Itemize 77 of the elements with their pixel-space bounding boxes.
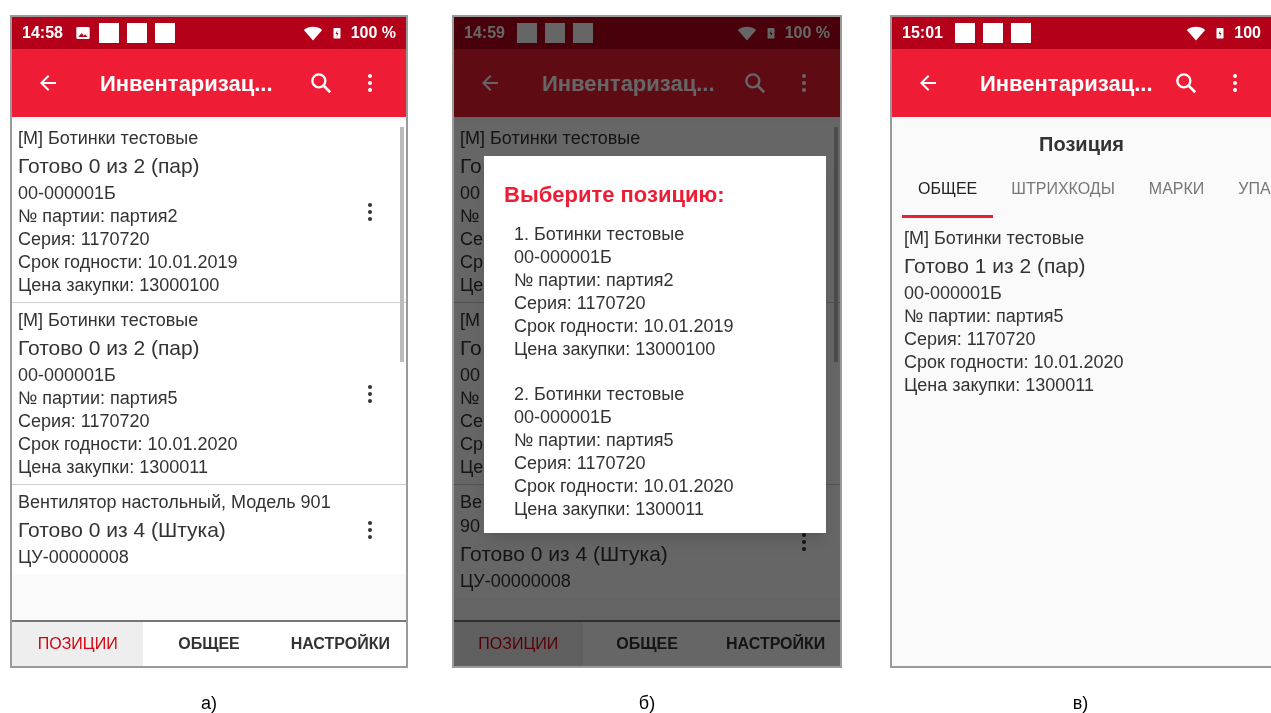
item-name: [М] Ботинки тестовые	[460, 127, 641, 150]
search-icon[interactable]	[308, 70, 334, 96]
option-text[interactable]: Цена закупки: 1300011	[514, 498, 816, 521]
item-detail: 00	[460, 182, 481, 205]
item-detail: ЦУ-00000008	[18, 546, 129, 569]
battery-percent: 100	[1234, 23, 1261, 43]
search-icon[interactable]	[742, 70, 768, 96]
item-name: 90	[460, 515, 481, 538]
nav-tab[interactable]: ПОЗИЦИИ	[12, 622, 144, 666]
item-name: Ве	[460, 491, 483, 514]
option-text[interactable]: Цена закупки: 13000100	[514, 338, 816, 361]
item-detail: 00-000001Б	[18, 364, 116, 387]
progress-text: Готово 0 из 2 (пар)	[18, 153, 200, 179]
item-name: [М	[460, 309, 480, 332]
option-text[interactable]: 00-000001Б	[514, 406, 816, 429]
section-heading: Позиция	[1038, 132, 1125, 157]
item-detail: Срок годности: 10.01.2020	[904, 351, 1124, 374]
item-detail: №	[460, 205, 480, 228]
item-detail: Срок годности: 10.01.2020	[18, 433, 238, 456]
item-detail: № партии: партия2	[18, 205, 178, 228]
item-detail: Ср	[460, 433, 483, 456]
option-text[interactable]: Срок годности: 10.01.2020	[514, 475, 816, 498]
item-detail: Серия: 1170720	[18, 228, 150, 251]
item-detail: 00-000001Б	[904, 282, 1002, 305]
status-time: 14:58	[22, 23, 63, 43]
item-detail: Се	[460, 228, 483, 251]
option-text[interactable]: Серия: 1170720	[514, 292, 816, 315]
battery-percent: 100 %	[350, 23, 396, 43]
item-detail: Це	[460, 274, 484, 297]
search-icon[interactable]	[1173, 70, 1199, 96]
item-detail: Ср	[460, 251, 483, 274]
item-detail: Це	[460, 456, 484, 479]
progress-text: Готово 1 из 2 (пар)	[904, 253, 1086, 279]
item-name: Вентилятор настольный, Модель 901	[18, 491, 331, 514]
progress-text: Готово 0 из 4 (Штука)	[460, 541, 668, 567]
tab[interactable]: МАРКИ	[1132, 173, 1221, 218]
item-detail: №	[460, 387, 480, 410]
item-detail: Цена закупки: 13000100	[18, 274, 220, 297]
progress-text: Готово 0 из 4 (Штука)	[18, 517, 226, 543]
status-time: 14:59	[464, 23, 505, 43]
item-detail: 00	[460, 364, 481, 387]
option-text[interactable]: № партии: партия2	[514, 269, 816, 292]
option-text[interactable]: № партии: партия5	[514, 429, 816, 452]
screen-title: Инвентаризац...	[980, 69, 1153, 98]
screen-title: Инвентаризац...	[100, 69, 273, 98]
item-detail: Цена закупки: 1300011	[18, 456, 209, 479]
item-detail: 00-000001Б	[18, 182, 116, 205]
item-detail: Серия: 1170720	[904, 328, 1036, 351]
status-time: 15:01	[902, 23, 943, 43]
progress-text: Готово 0 из 2 (пар)	[18, 335, 200, 361]
item-detail: № партии: партия5	[18, 387, 178, 410]
scrollbar-thumb[interactable]	[400, 127, 404, 362]
option-text[interactable]: Срок годности: 10.01.2019	[514, 315, 816, 338]
tab[interactable]: УПА	[1222, 173, 1271, 218]
progress-text: Го	[460, 153, 482, 179]
item-detail: № партии: партия5	[904, 305, 1064, 328]
tab[interactable]: ШТРИХКОДЫ	[995, 173, 1131, 218]
option-text[interactable]: 2. Ботинки тестовые	[514, 383, 816, 406]
option-text[interactable]: 1. Ботинки тестовые	[514, 223, 816, 246]
item-detail: Срок годности: 10.01.2019	[18, 251, 238, 274]
option-text[interactable]: 00-000001Б	[514, 246, 816, 269]
item-detail: Се	[460, 410, 483, 433]
battery-percent: 100 %	[784, 23, 830, 43]
figure-caption: а)	[201, 692, 217, 713]
option-text[interactable]: Серия: 1170720	[514, 452, 816, 475]
screen-title: Инвентаризац...	[542, 69, 715, 98]
item-detail: Цена закупки: 1300011	[904, 374, 1095, 397]
item-detail: ЦУ-00000008	[460, 570, 571, 593]
item-name: [М] Ботинки тестовые	[904, 227, 1085, 250]
item-name: [М] Ботинки тестовые	[18, 127, 199, 150]
progress-text: Го	[460, 335, 482, 361]
figure-caption: б)	[638, 692, 656, 713]
figure-caption: в)	[1072, 692, 1089, 713]
dialog-title: Выберите позицию:	[504, 181, 726, 209]
item-name: [М] Ботинки тестовые	[18, 309, 199, 332]
tab[interactable]: ОБЩЕЕ	[902, 173, 994, 218]
item-detail: Серия: 1170720	[18, 410, 150, 433]
